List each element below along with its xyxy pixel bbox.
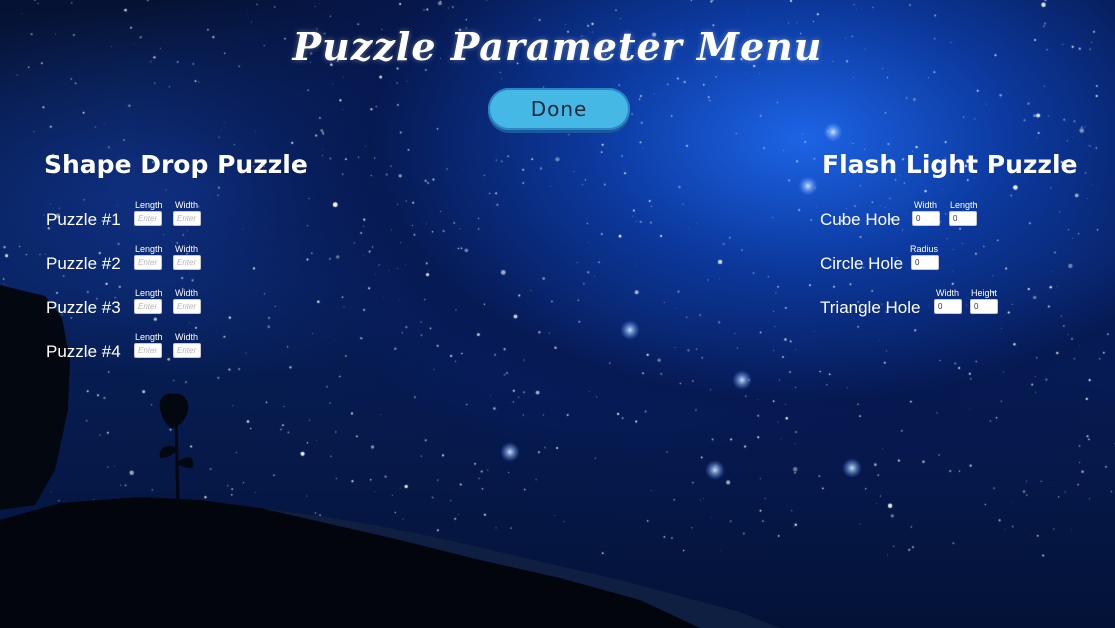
puzzle-label: Puzzle #3	[46, 298, 121, 317]
puzzle-3-width-input[interactable]	[173, 299, 201, 314]
width-label: Width	[175, 200, 199, 210]
length-label: Length	[135, 332, 163, 342]
shape-drop-title: Shape Drop Puzzle	[44, 150, 308, 179]
cube-hole-label: Cube Hole	[820, 210, 901, 229]
puzzle-label: Puzzle #1	[46, 210, 121, 229]
puzzle-label: Puzzle #2	[46, 254, 121, 273]
radius-label: Radius	[910, 244, 939, 254]
triangle-hole-label: Triangle Hole	[820, 298, 921, 317]
puzzle-2-length-input[interactable]	[134, 255, 162, 270]
done-button[interactable]: Done	[488, 88, 630, 130]
page-title: Puzzle Parameter Menu	[292, 24, 823, 69]
puzzle-1-width-input[interactable]	[173, 211, 201, 226]
puzzle-4-width-input[interactable]	[173, 343, 201, 358]
puzzle-2-width-input[interactable]	[173, 255, 201, 270]
circle-hole-label: Circle Hole	[820, 254, 904, 273]
width-label: Width	[914, 200, 938, 210]
length-label: Length	[135, 288, 163, 298]
rose-icon	[159, 393, 194, 506]
puzzle-4-length-input[interactable]	[134, 343, 162, 358]
width-label: Width	[175, 288, 199, 298]
height-label: Height	[971, 288, 998, 298]
puzzle-3-length-input[interactable]	[134, 299, 162, 314]
cube-length-input[interactable]	[949, 211, 977, 226]
cube-width-input[interactable]	[912, 211, 940, 226]
triangle-width-input[interactable]	[934, 299, 962, 314]
length-label: Length	[135, 244, 163, 254]
width-label: Width	[175, 332, 199, 342]
flash-light-title: Flash Light Puzzle	[822, 150, 1078, 179]
triangle-height-input[interactable]	[970, 299, 998, 314]
puzzle-label: Puzzle #4	[46, 342, 121, 361]
width-label: Width	[936, 288, 960, 298]
circle-radius-input[interactable]	[911, 255, 939, 270]
length-label: Length	[135, 200, 163, 210]
width-label: Width	[175, 244, 199, 254]
puzzle-1-length-input[interactable]	[134, 211, 162, 226]
length-label: Length	[950, 200, 978, 210]
